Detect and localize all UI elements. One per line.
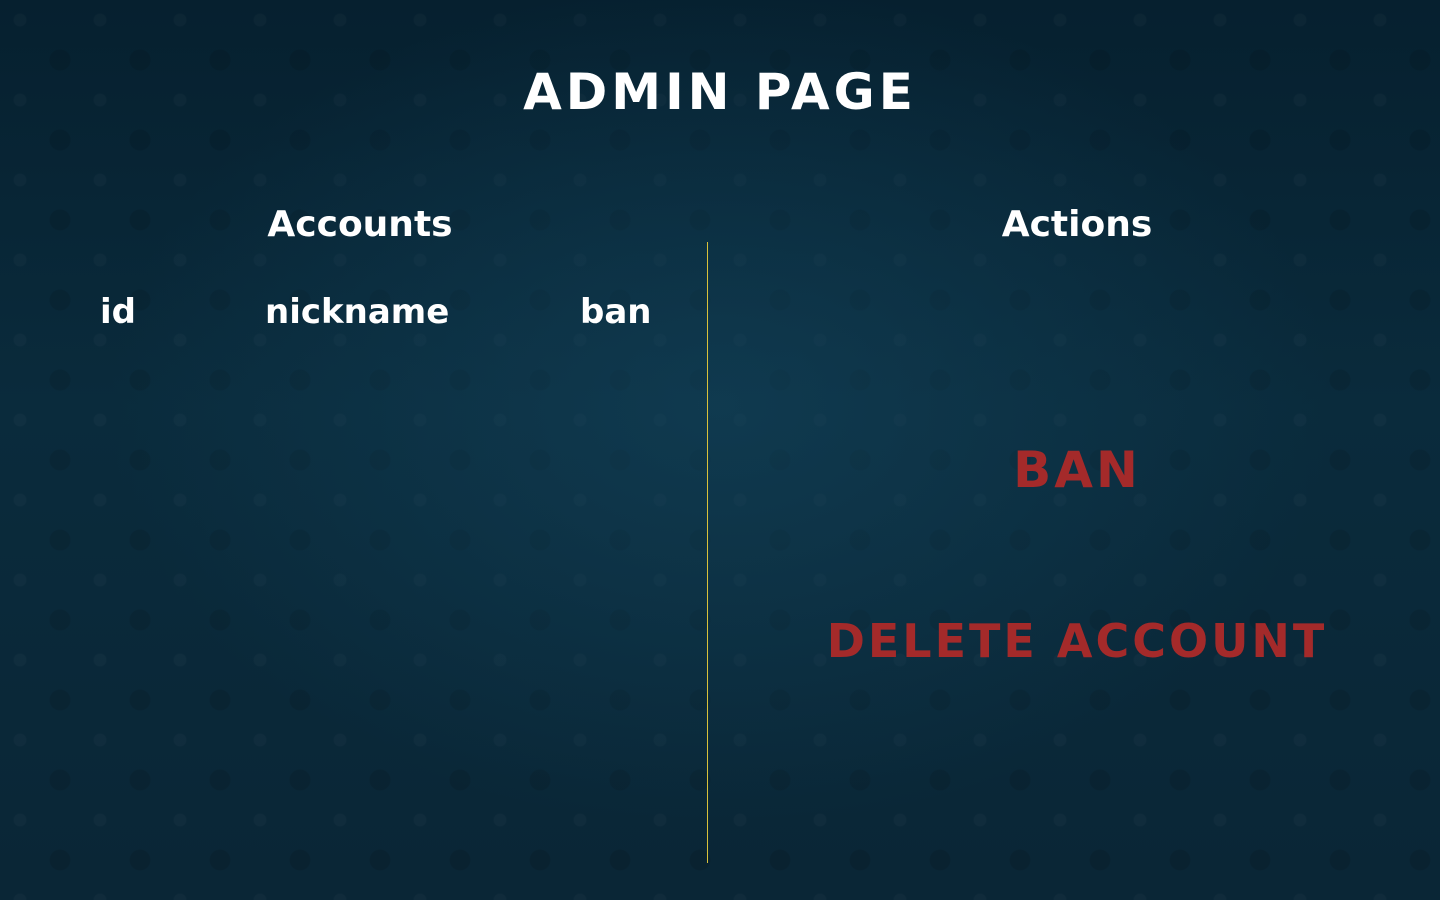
- column-header-ban: ban: [580, 292, 652, 332]
- actions-heading: Actions: [1001, 204, 1153, 245]
- column-header-nickname: nickname: [265, 292, 450, 332]
- accounts-list: [80, 350, 680, 850]
- panel-divider: [707, 242, 708, 863]
- ban-button[interactable]: BAN: [927, 440, 1227, 500]
- accounts-heading: Accounts: [267, 204, 453, 245]
- column-header-id: id: [100, 292, 136, 332]
- delete-account-button[interactable]: DELETE ACCOUNT: [810, 613, 1344, 669]
- page-title: ADMIN PAGE: [523, 63, 917, 121]
